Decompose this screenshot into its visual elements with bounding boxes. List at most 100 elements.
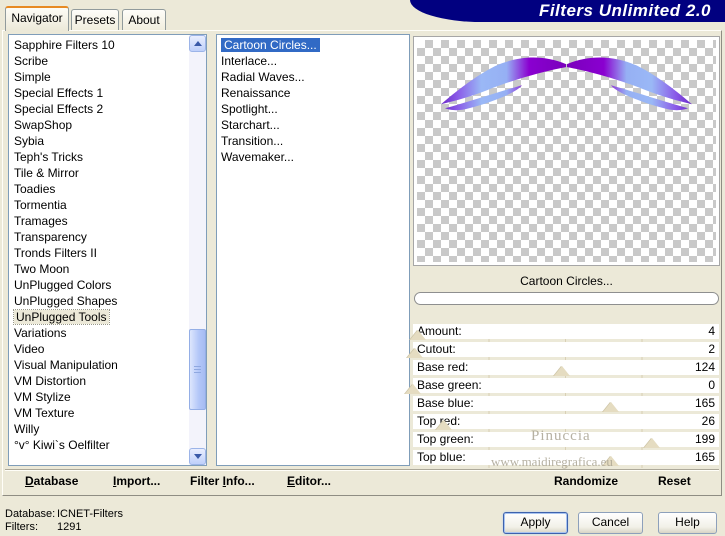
scrollbar-thumb[interactable] bbox=[189, 329, 206, 410]
category-item[interactable]: VM Distortion bbox=[14, 373, 206, 389]
slider-marker-icon[interactable] bbox=[407, 348, 424, 358]
category-item[interactable]: Special Effects 2 bbox=[14, 101, 206, 117]
filter-item-label: Transition... bbox=[221, 134, 284, 148]
category-item[interactable]: Scribe bbox=[14, 53, 206, 69]
category-item[interactable]: Visual Manipulation bbox=[14, 357, 206, 373]
parameter-slider[interactable]: Base red: 124 bbox=[413, 360, 719, 378]
filter-item[interactable]: Interlace... bbox=[221, 53, 409, 69]
slider-marker-icon[interactable] bbox=[553, 366, 570, 376]
scroll-down-button[interactable] bbox=[189, 448, 206, 465]
category-item-label: Transparency bbox=[14, 230, 87, 244]
category-item[interactable]: Tile & Mirror bbox=[14, 165, 206, 181]
category-item[interactable]: UnPlugged Colors bbox=[14, 277, 206, 293]
slider-marker-icon[interactable] bbox=[602, 402, 619, 412]
category-item[interactable]: Two Moon bbox=[14, 261, 206, 277]
category-item-label: Sybia bbox=[14, 134, 45, 148]
parameter-slider[interactable]: Top green: 199 bbox=[413, 432, 719, 450]
category-item-label: Two Moon bbox=[14, 262, 70, 276]
status-database-label: Database: bbox=[5, 508, 56, 520]
parameter-slider[interactable]: Base green: 0 bbox=[405, 378, 719, 396]
filter-list[interactable]: Cartoon Circles... Interlace... Radial Wav… bbox=[216, 34, 410, 466]
slider-marker-icon[interactable] bbox=[643, 438, 660, 448]
category-item[interactable]: Sybia bbox=[14, 133, 206, 149]
category-item[interactable]: Willy bbox=[14, 421, 206, 437]
slider-marker-icon[interactable] bbox=[405, 384, 421, 394]
filter-item-label: Starchart... bbox=[221, 118, 280, 132]
database-button[interactable]: Database bbox=[25, 474, 78, 488]
category-item[interactable]: UnPlugged Shapes bbox=[14, 293, 206, 309]
tab-presets[interactable]: Presets bbox=[71, 9, 119, 31]
parameter-bar[interactable]: Base blue: 165 bbox=[413, 396, 719, 411]
category-item[interactable]: °v° Kiwi`s Oelfilter bbox=[14, 437, 206, 453]
category-item[interactable]: Tramages bbox=[14, 213, 206, 229]
parameter-bar[interactable]: Top red: 26 bbox=[413, 414, 719, 429]
reset-button[interactable]: Reset bbox=[658, 474, 691, 488]
parameter-slider[interactable]: Top blue: 165 bbox=[413, 450, 719, 468]
parameter-bar[interactable]: Cutout: 2 bbox=[413, 342, 719, 357]
status-database-value: ICNET-Filters bbox=[57, 508, 123, 520]
category-item[interactable]: Video bbox=[14, 341, 206, 357]
category-item-label: Special Effects 1 bbox=[14, 86, 104, 100]
parameter-slider[interactable]: Amount: 4 bbox=[409, 324, 719, 342]
category-item-label: Tile & Mirror bbox=[14, 166, 79, 180]
parameter-slider[interactable]: Base blue: 165 bbox=[413, 396, 719, 414]
parameter-value: 0 bbox=[708, 378, 715, 392]
randomize-button[interactable]: Randomize bbox=[554, 474, 618, 488]
filter-info-button[interactable]: Filter Info... bbox=[190, 474, 255, 488]
parameter-bar[interactable]: Base green: 0 bbox=[413, 378, 719, 393]
category-item[interactable]: Teph's Tricks bbox=[14, 149, 206, 165]
category-item-label: Toadies bbox=[14, 182, 56, 196]
category-item[interactable]: VM Stylize bbox=[14, 389, 206, 405]
parameter-bar[interactable]: Amount: 4 bbox=[413, 324, 719, 339]
filter-item[interactable]: Transition... bbox=[221, 133, 409, 149]
progress-bar bbox=[414, 292, 719, 305]
category-item[interactable]: Sapphire Filters 10 bbox=[14, 37, 206, 53]
parameter-bar[interactable]: Top green: 199 bbox=[413, 432, 719, 447]
category-list[interactable]: Sapphire Filters 10 Scribe Simple Special E… bbox=[8, 34, 207, 466]
filter-item[interactable]: Spotlight... bbox=[221, 101, 409, 117]
tab-navigator[interactable]: Navigator bbox=[5, 6, 69, 31]
parameter-bar[interactable]: Top blue: 165 bbox=[413, 450, 719, 465]
category-item-label: SwapShop bbox=[14, 118, 73, 132]
filter-item[interactable]: Renaissance bbox=[221, 85, 409, 101]
category-scrollbar[interactable] bbox=[189, 35, 206, 465]
status-filters-value: 1291 bbox=[57, 521, 82, 533]
import-button[interactable]: Import... bbox=[113, 474, 160, 488]
slider-marker-icon[interactable] bbox=[409, 330, 426, 340]
category-item[interactable]: Simple bbox=[14, 69, 206, 85]
category-item[interactable]: Special Effects 1 bbox=[14, 85, 206, 101]
filter-item[interactable]: Radial Waves... bbox=[221, 69, 409, 85]
editor-button[interactable]: Editor... bbox=[287, 474, 331, 488]
category-item[interactable]: Tronds Filters II bbox=[14, 245, 206, 261]
slider-marker-icon[interactable] bbox=[602, 456, 619, 466]
parameter-value: 2 bbox=[708, 342, 715, 356]
category-item-label: Variations bbox=[14, 326, 67, 340]
help-button[interactable]: Help bbox=[658, 512, 717, 534]
filter-item[interactable]: Cartoon Circles... bbox=[221, 37, 409, 53]
category-item[interactable]: UnPlugged Tools bbox=[13, 309, 206, 325]
filter-item[interactable]: Starchart... bbox=[221, 117, 409, 133]
filter-item-label: Wavemaker... bbox=[221, 150, 294, 164]
category-item[interactable]: Tormentia bbox=[14, 197, 206, 213]
category-item[interactable]: Toadies bbox=[14, 181, 206, 197]
category-item[interactable]: VM Texture bbox=[14, 405, 206, 421]
cancel-button[interactable]: Cancel bbox=[578, 512, 643, 534]
category-item-label: Visual Manipulation bbox=[14, 358, 118, 372]
category-item-label: UnPlugged Shapes bbox=[14, 294, 118, 308]
filter-item[interactable]: Wavemaker... bbox=[221, 149, 409, 165]
category-item[interactable]: Variations bbox=[14, 325, 206, 341]
preview-wings-image bbox=[441, 57, 692, 111]
category-item-label: Tormentia bbox=[14, 198, 67, 212]
parameter-slider[interactable]: Cutout: 2 bbox=[407, 342, 719, 360]
apply-button[interactable]: Apply bbox=[503, 512, 568, 534]
parameter-label: Base red: bbox=[417, 360, 469, 374]
parameter-slider[interactable]: Top red: 26 bbox=[413, 414, 719, 432]
slider-marker-icon[interactable] bbox=[436, 420, 453, 430]
parameter-value: 165 bbox=[694, 396, 715, 410]
status-filters-label: Filters: bbox=[5, 521, 38, 533]
category-item-label: Simple bbox=[14, 70, 51, 84]
category-item[interactable]: SwapShop bbox=[14, 117, 206, 133]
tab-about[interactable]: About bbox=[122, 9, 166, 31]
scroll-up-button[interactable] bbox=[189, 35, 206, 52]
category-item[interactable]: Transparency bbox=[14, 229, 206, 245]
